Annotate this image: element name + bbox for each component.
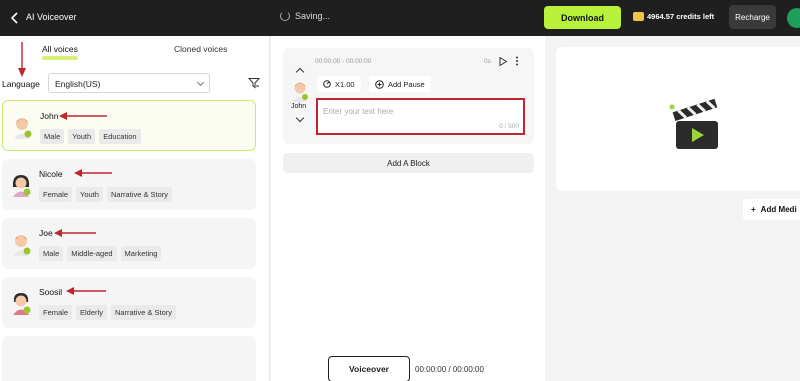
- voice-tag: Education: [99, 129, 141, 144]
- voice-card-soosil[interactable]: Soosil Female Elderly Narrative & Story: [2, 277, 256, 328]
- voice-card-joe[interactable]: Joe Male Middle-aged Marketing: [2, 218, 256, 269]
- add-block-button[interactable]: Add A Block: [283, 153, 534, 173]
- block-duration: 0s: [484, 58, 491, 65]
- top-bar: AI Voiceover Saving... Download 4964.57 …: [0, 0, 800, 36]
- preview-panel: + Add Medi: [546, 36, 800, 381]
- text-placeholder: Enter your text here: [323, 107, 394, 116]
- voice-tag: Female: [39, 187, 73, 202]
- voice-card-john[interactable]: John Male Youth Education: [2, 100, 256, 151]
- voice-avatar: [14, 118, 32, 139]
- speed-button[interactable]: X1.00: [317, 76, 361, 92]
- add-media-label: Add Medi: [760, 205, 797, 214]
- language-select[interactable]: English(US): [48, 73, 210, 93]
- voice-tags: Male Middle-aged Marketing: [39, 246, 162, 261]
- credits-text: 4964.57 credits left: [647, 12, 715, 21]
- char-count: 0 / 500: [499, 123, 519, 130]
- speed-label: X1.00: [335, 79, 355, 89]
- move-up-icon[interactable]: [295, 67, 305, 77]
- script-editor-panel: 00:00:00 - 00:00:00 0s John X1.00 Add Pa…: [271, 36, 545, 381]
- app-title: AI Voiceover: [26, 12, 77, 22]
- speed-icon: [323, 80, 331, 88]
- annotation-arrow-left: [54, 229, 96, 237]
- add-pause-button[interactable]: Add Pause: [369, 76, 431, 92]
- clapperboard-icon: [669, 99, 718, 149]
- language-select-value: English(US): [55, 79, 101, 89]
- annotation-arrow-left: [66, 287, 106, 295]
- voice-name: Soosil: [39, 287, 63, 297]
- voice-avatar: [12, 175, 31, 197]
- voice-name: John: [40, 111, 59, 121]
- voice-tag: Marketing: [120, 246, 162, 261]
- chevron-down-icon: [196, 78, 205, 87]
- move-down-icon[interactable]: [295, 113, 305, 123]
- play-icon[interactable]: [499, 57, 507, 66]
- voice-tag: Elderly: [76, 305, 107, 320]
- block-voice-name: John: [291, 103, 307, 110]
- download-button[interactable]: Download: [544, 6, 621, 29]
- add-pause-label: Add Pause: [388, 79, 425, 89]
- voice-name: Nicole: [39, 169, 63, 179]
- voice-name: Joe: [39, 228, 53, 238]
- voiceover-button[interactable]: Voiceover: [328, 356, 410, 381]
- save-status-text: Saving...: [295, 11, 331, 21]
- voice-tag: Youth: [68, 129, 96, 144]
- voice-tag: Narrative & Story: [110, 305, 177, 320]
- annotation-arrow-left: [74, 169, 112, 177]
- user-avatar[interactable]: [787, 8, 800, 28]
- tab-all-voices[interactable]: All voices: [42, 44, 78, 54]
- active-tab-indicator: [42, 56, 78, 60]
- script-text-input[interactable]: Enter your text here 0 / 500: [316, 98, 525, 135]
- voice-tag: Male: [40, 129, 65, 144]
- voice-avatar: [13, 293, 31, 315]
- playback-time: 00:00:00 / 00:00:00: [415, 365, 484, 374]
- recharge-button[interactable]: Recharge: [729, 5, 776, 29]
- voice-tag: Male: [39, 246, 64, 261]
- block-time-range: 00:00:00 - 00:00:00: [315, 58, 372, 65]
- plus-icon: +: [751, 205, 756, 214]
- tab-cloned-voices[interactable]: Cloned voices: [174, 44, 227, 54]
- voice-avatar: [13, 235, 31, 256]
- plus-circle-icon: [375, 79, 384, 89]
- credits-display: 4964.57 credits left: [633, 12, 714, 21]
- voice-tag: Narrative & Story: [106, 187, 173, 202]
- back-arrow-icon[interactable]: [8, 11, 22, 25]
- block-voice-avatar[interactable]: [290, 80, 310, 102]
- voice-tag: Middle-aged: [67, 246, 117, 261]
- annotation-arrow-left: [59, 112, 107, 120]
- add-media-button[interactable]: + Add Medi: [743, 199, 800, 220]
- voice-tag: Female: [39, 305, 73, 320]
- voice-library-panel: All voices Cloned voices Language Englis…: [0, 36, 270, 381]
- save-status: Saving...: [280, 11, 330, 21]
- voice-tags: Female Youth Narrative & Story: [39, 187, 173, 202]
- text-block: 00:00:00 - 00:00:00 0s John X1.00 Add Pa…: [283, 48, 534, 144]
- voice-tags: Female Elderly Narrative & Story: [39, 305, 177, 320]
- annotation-arrow-down: [18, 42, 26, 77]
- more-options-icon[interactable]: [515, 56, 519, 66]
- filter-icon[interactable]: [248, 77, 260, 89]
- voice-tag: Youth: [76, 187, 103, 202]
- voice-tags: Male Youth Education: [40, 129, 141, 144]
- language-label: Language: [2, 79, 40, 89]
- video-preview: [556, 47, 800, 191]
- credits-icon: [633, 12, 644, 21]
- bottom-bar: Voiceover 00:00:00 / 00:00:00: [0, 355, 800, 381]
- voice-card-nicole[interactable]: Nicole Female Youth Narrative & Story: [2, 159, 256, 210]
- spinner-icon: [280, 11, 290, 21]
